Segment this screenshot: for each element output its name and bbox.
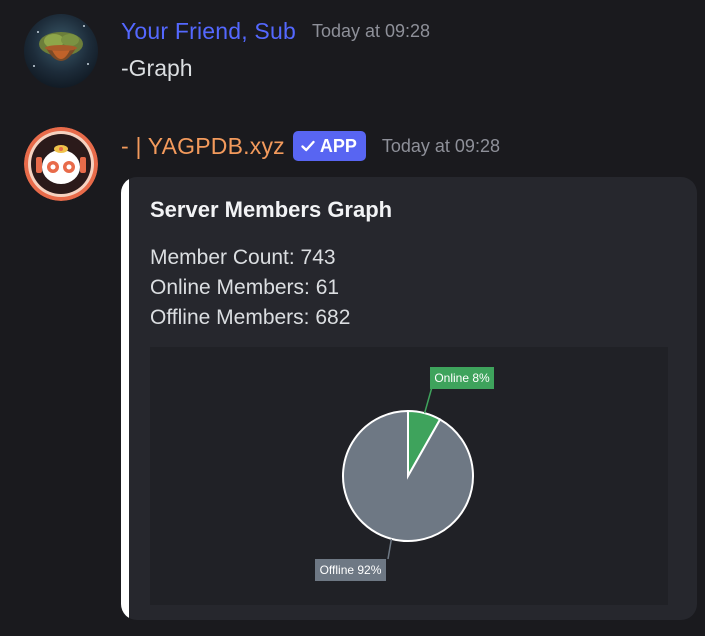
avatar[interactable] [24,14,98,88]
message-text: -Graph [121,55,193,81]
embed-title: Server Members Graph [150,197,393,222]
pie-slice-offline [342,409,474,542]
app-badge: APP [292,131,366,161]
offline-members-line: Offline Members: 682 [150,306,351,329]
embed-accent-bar [121,177,129,620]
bot-avatar-image [24,127,98,201]
timestamp: Today at 09:28 [381,135,500,156]
online-members-line: Online Members: 61 [150,276,340,299]
timestamp: Today at 09:28 [311,21,431,41]
verified-check-icon [301,140,315,152]
member-count-line: Member Count: 743 [150,246,336,269]
embed-description: Member Count: 743 Online Members: 61 Off… [150,243,350,333]
username[interactable]: Your Friend, Sub [121,18,296,45]
chat-view: Your Friend, Sub Today at 09:28 -Graph -… [0,0,705,636]
avatar-image [24,14,98,88]
bot-avatar[interactable] [24,127,98,201]
bot-username[interactable]: - | YAGPDB.xyz [121,133,285,160]
pie-label: Online 8% [434,371,490,385]
embed-image[interactable]: Online 8% Offline 92% [150,347,668,605]
app-badge-label: APP [319,135,357,156]
pie-chart: Online 8% Offline 92% [150,347,668,605]
embed: Server Members Graph Member Count: 743 O… [121,177,697,620]
pie-label: Offline 92% [320,563,382,577]
